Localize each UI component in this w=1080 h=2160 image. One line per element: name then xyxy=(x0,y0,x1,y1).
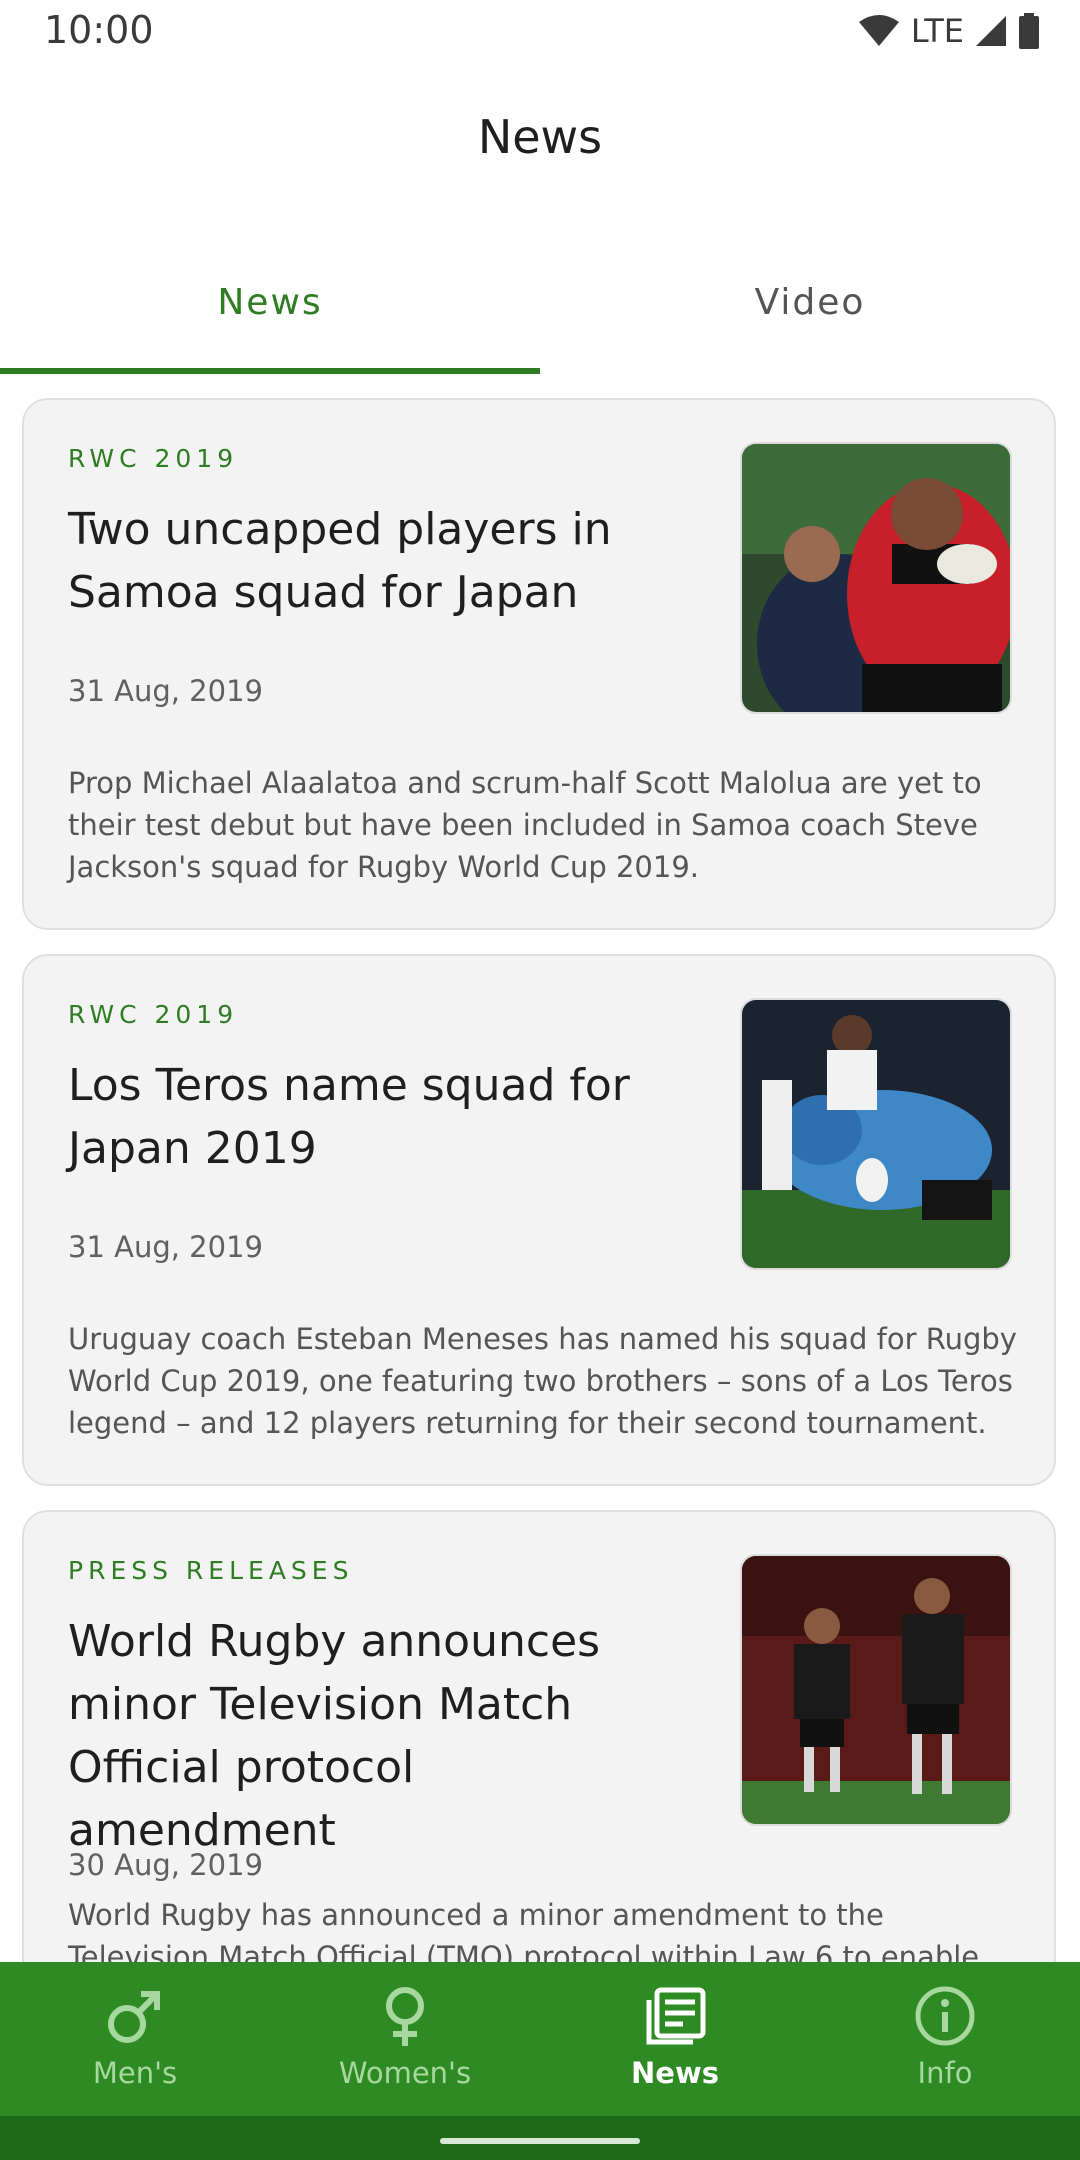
tab-news[interactable]: News xyxy=(0,230,540,374)
battery-icon xyxy=(1019,13,1039,49)
article-category: PRESS RELEASES xyxy=(68,1556,354,1585)
article-thumbnail xyxy=(740,1554,1012,1826)
app-bar: News xyxy=(0,66,1080,216)
page-title: News xyxy=(477,110,603,164)
nav-item-news[interactable]: News xyxy=(540,1962,810,2116)
nav-item-info[interactable]: Info xyxy=(810,1962,1080,2116)
tab-video[interactable]: Video xyxy=(540,230,1080,374)
signal-icon xyxy=(976,16,1006,46)
article-card[interactable]: RWC 2019 Los Teros name squad for Japan … xyxy=(22,954,1056,1486)
nav-label: News xyxy=(631,2056,719,2090)
male-icon xyxy=(108,1991,160,2043)
nav-label: Info xyxy=(917,2056,973,2090)
article-headline: Two uncapped players in Samoa squad for … xyxy=(68,504,612,618)
article-card[interactable]: RWC 2019 Two uncapped players in Samoa s… xyxy=(22,398,1056,930)
status-bar: 10:00 LTE xyxy=(0,0,1080,66)
tab-bar: News Video xyxy=(0,230,1080,374)
article-summary: World Rugby has announced a minor amendm… xyxy=(68,1898,1007,1964)
article-date: 31 Aug, 2019 xyxy=(68,674,263,708)
article-date: 31 Aug, 2019 xyxy=(68,1230,263,1264)
article-category: RWC 2019 xyxy=(68,444,239,473)
article-date: 30 Aug, 2019 xyxy=(68,1848,263,1882)
bottom-navigation: Men's Women's News Info xyxy=(0,1962,1080,2116)
network-type: LTE xyxy=(910,12,964,50)
article-headline: World Rugby announces minor Television M… xyxy=(68,1616,601,1856)
news-icon xyxy=(646,1987,706,2045)
nav-label: Men's xyxy=(92,2056,178,2090)
article-thumbnail xyxy=(740,998,1012,1270)
nav-item-mens[interactable]: Men's xyxy=(0,1962,270,2116)
article-summary: Prop Michael Alaalatoa and scrum-half Sc… xyxy=(68,766,982,884)
article-headline: Los Teros name squad for Japan 2019 xyxy=(68,1060,630,1174)
status-icons: LTE xyxy=(857,12,1040,50)
nav-item-womens[interactable]: Women's xyxy=(270,1962,540,2116)
article-summary: Uruguay coach Esteban Meneses has named … xyxy=(68,1322,1017,1440)
article-category: RWC 2019 xyxy=(68,1000,239,1029)
article-thumbnail xyxy=(740,442,1012,714)
article-list[interactable]: RWC 2019 Two uncapped players in Samoa s… xyxy=(0,374,1080,1964)
info-icon xyxy=(915,1986,975,2046)
gesture-handle[interactable] xyxy=(440,2138,640,2144)
article-card[interactable]: PRESS RELEASES World Rugby announces min… xyxy=(22,1510,1056,1964)
status-time: 10:00 xyxy=(44,8,154,52)
nav-label: Women's xyxy=(338,2056,472,2090)
wifi-icon xyxy=(858,15,899,46)
female-icon xyxy=(386,1987,424,2046)
